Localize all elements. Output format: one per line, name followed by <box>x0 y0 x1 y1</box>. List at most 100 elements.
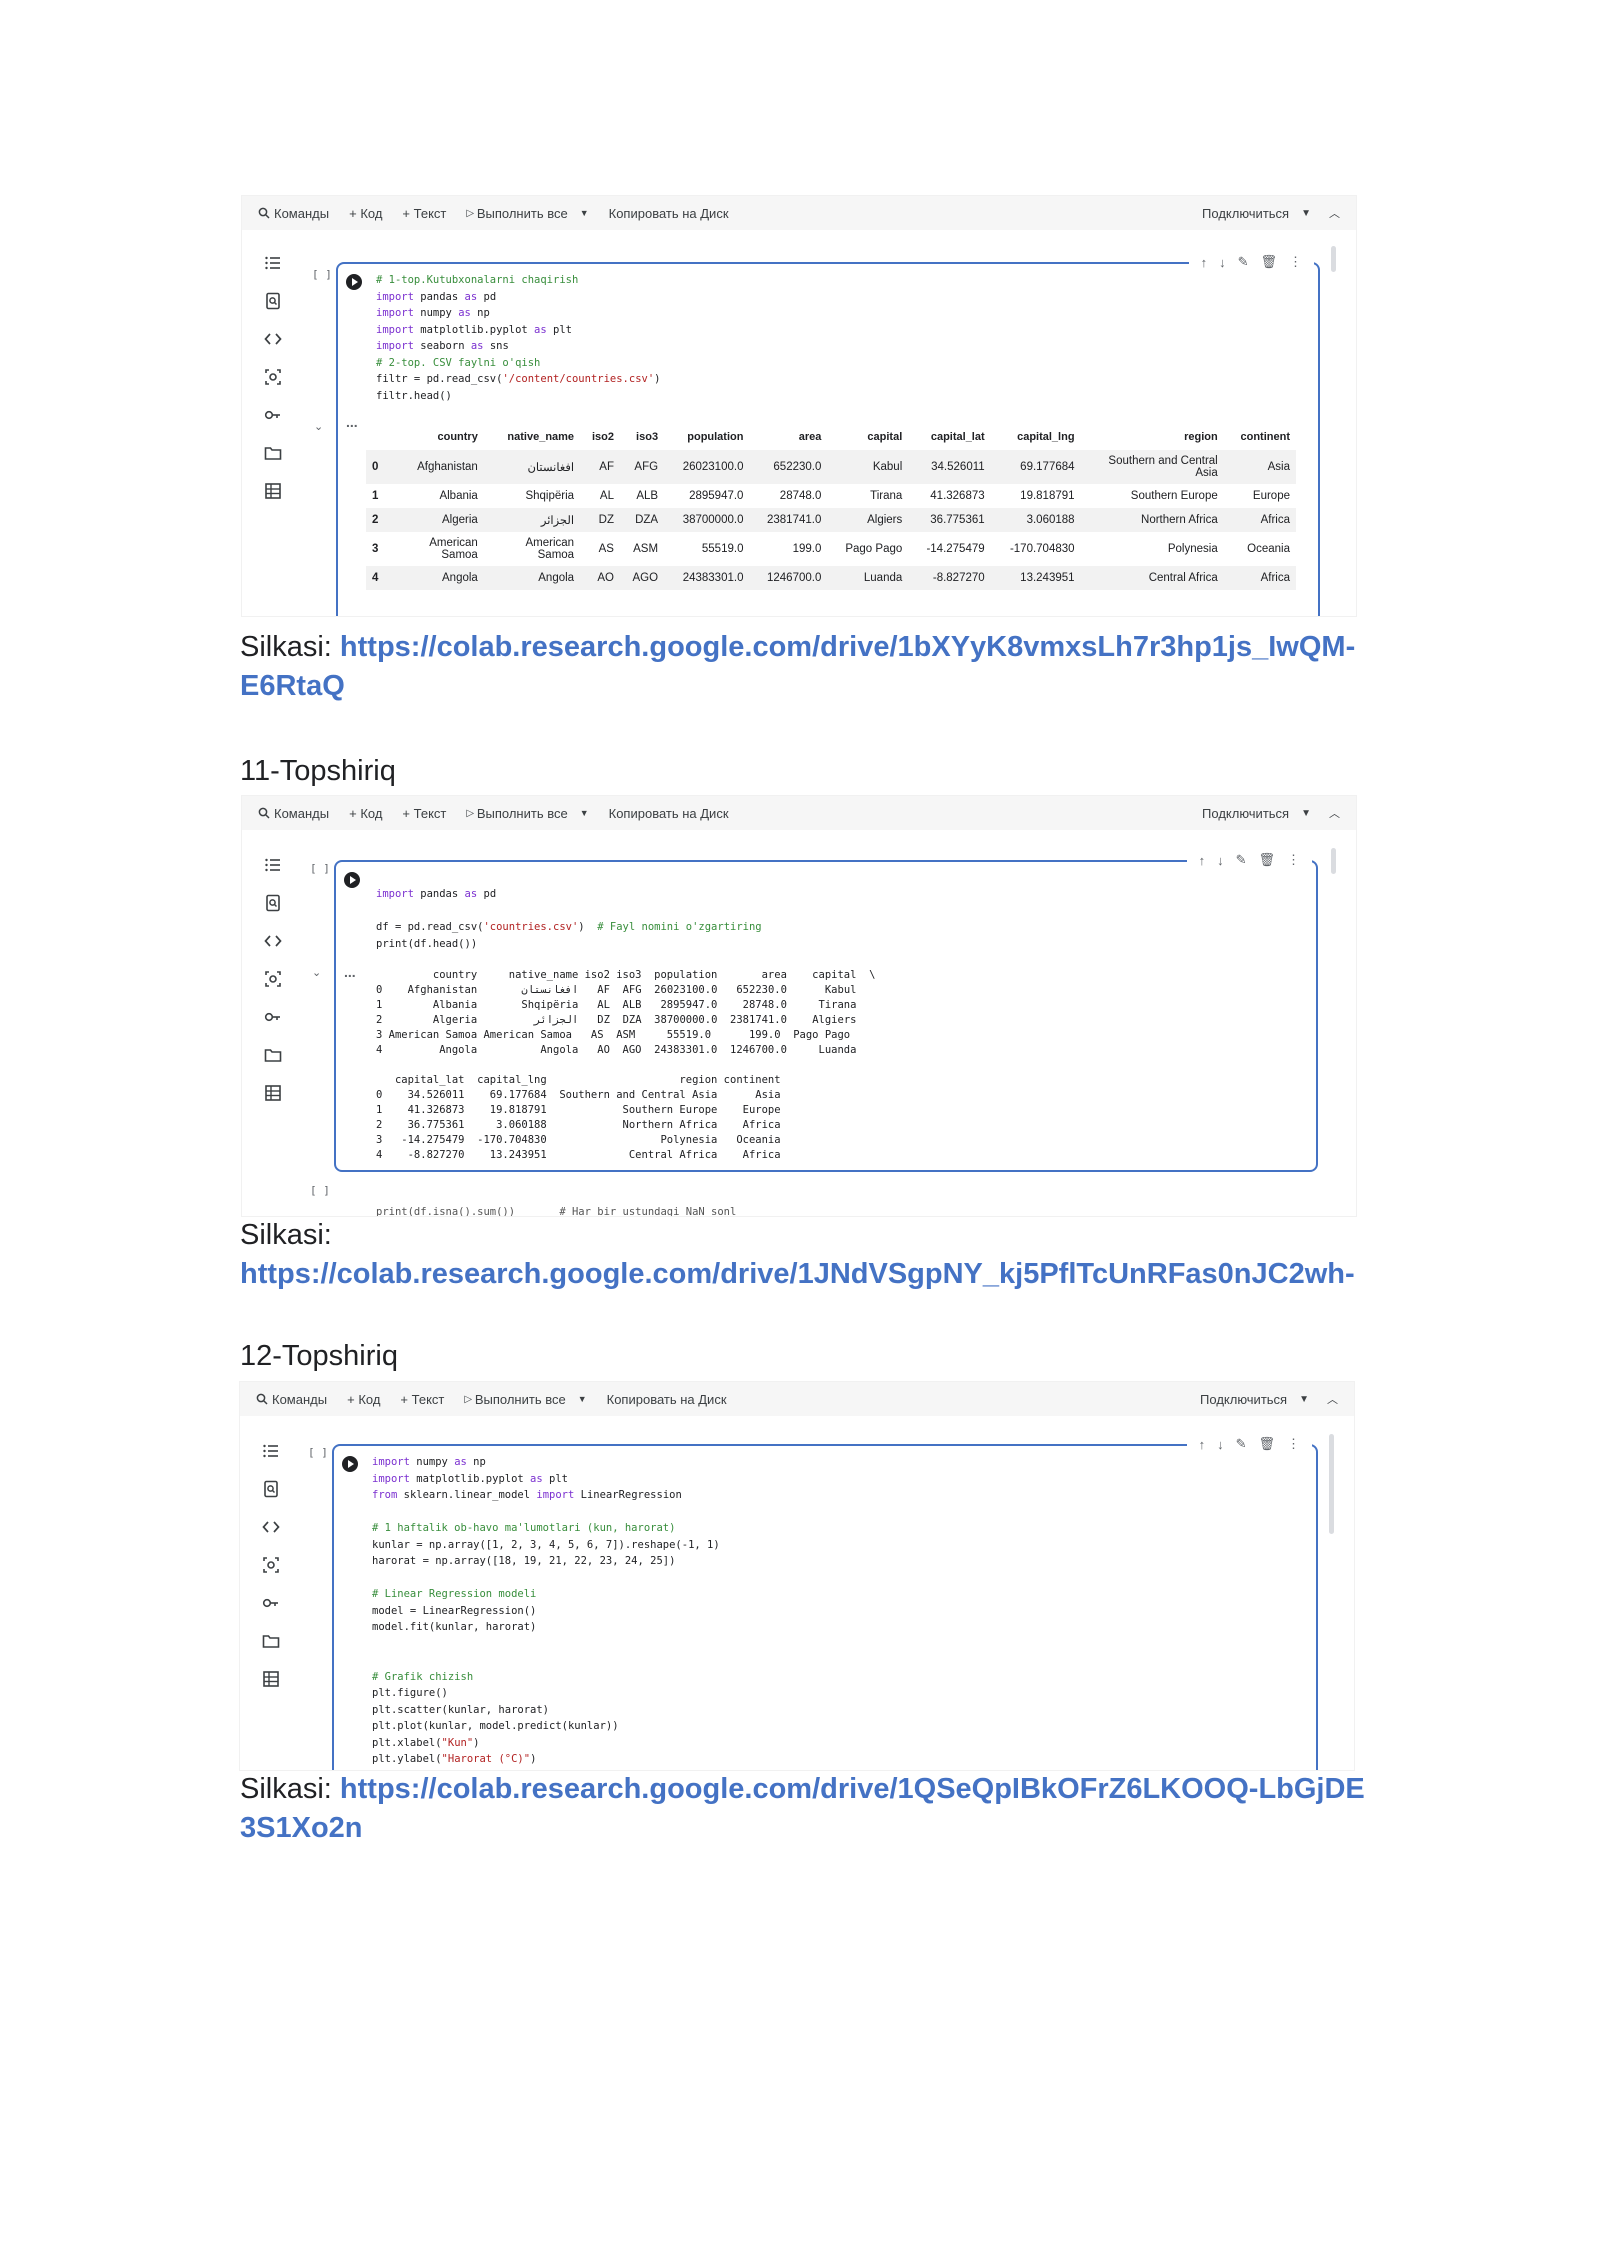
arrow-down-icon[interactable]: ↓ <box>1219 255 1226 270</box>
chevron-down-icon[interactable]: ▼ <box>1301 808 1311 819</box>
run-all-button[interactable]: ▷ Выполнить все ▼ <box>466 806 588 821</box>
key-icon[interactable] <box>264 1008 282 1026</box>
variables-icon[interactable] <box>262 1556 280 1574</box>
trash-icon[interactable]: 🗑 <box>1258 1436 1275 1452</box>
folder-icon[interactable] <box>262 1632 280 1650</box>
commands-button[interactable]: Команды <box>258 806 329 821</box>
commands-button[interactable]: Команды <box>256 1392 327 1407</box>
code-snippets-icon[interactable] <box>262 1518 280 1536</box>
chevron-down-icon[interactable]: ▼ <box>1299 1394 1309 1405</box>
output-menu-icon[interactable]: ... <box>344 964 356 980</box>
more-vert-icon[interactable]: ⋮ <box>1289 254 1302 270</box>
key-icon[interactable] <box>262 1594 280 1612</box>
output-menu-icon[interactable]: ... <box>346 414 358 430</box>
scrollbar[interactable] <box>1331 848 1336 874</box>
arrow-up-icon[interactable]: ↑ <box>1199 853 1206 868</box>
chevron-down-icon[interactable]: ▼ <box>1301 208 1311 219</box>
find-icon[interactable] <box>264 292 282 310</box>
trash-icon[interactable]: 🗑 <box>1260 254 1277 270</box>
table-cell: 2895947.0 <box>689 490 744 502</box>
code-editor[interactable]: # 1-top.Kutubxonalarni chaqirish import … <box>376 272 660 404</box>
run-all-button[interactable]: ▷ Выполнить все ▼ <box>466 206 588 221</box>
cell-exec-count: [ ] <box>310 1184 330 1197</box>
find-icon[interactable] <box>262 1480 280 1498</box>
plus-icon: + <box>402 805 414 821</box>
scrollbar[interactable] <box>1331 246 1336 272</box>
toc-icon[interactable] <box>264 254 282 272</box>
colab-link-3[interactable]: https://colab.research.google.com/drive/… <box>240 1773 1365 1844</box>
table-header-row: country native_name iso2 iso3 population area… <box>366 424 1296 450</box>
add-text-button[interactable]: + Текст <box>402 806 446 821</box>
table-icon[interactable] <box>264 1084 282 1102</box>
run-cell-button[interactable] <box>344 872 360 888</box>
add-code-button[interactable]: + Код <box>347 1392 380 1407</box>
next-cell-code[interactable]: print(df.isna().sum()) # Har bir ustunda… <box>376 1204 736 1216</box>
colab-link-2[interactable]: https://colab.research.google.com/drive/… <box>240 1258 1355 1290</box>
connect-button[interactable]: Подключиться ▼ ︿ <box>1202 205 1340 221</box>
copy-to-drive-button[interactable]: Копировать на Диск <box>607 1392 727 1407</box>
more-vert-icon[interactable]: ⋮ <box>1287 852 1300 868</box>
chevron-up-icon[interactable]: ︿ <box>1327 1391 1338 1407</box>
table-cell: -8.827270 <box>908 566 991 590</box>
trash-icon[interactable]: 🗑 <box>1258 852 1275 868</box>
variables-icon[interactable] <box>264 970 282 988</box>
edit-icon[interactable]: ✎ <box>1236 1436 1247 1452</box>
add-text-button[interactable]: + Текст <box>400 1392 444 1407</box>
column-header: country <box>437 431 478 443</box>
scrollbar[interactable] <box>1329 1434 1334 1534</box>
run-cell-button[interactable] <box>346 274 362 290</box>
table-cell: الجزائر <box>483 508 581 532</box>
table-cell: ALB <box>636 490 659 502</box>
code-cell[interactable]: ↑ ↓ ✎ 🗑 ⋮ import numpy as np import matp… <box>332 1432 1318 1770</box>
run-all-button[interactable]: ▷ Выполнить все ▼ <box>464 1392 586 1407</box>
code-cell[interactable]: ↑ ↓ ✎ 🗑 ⋮ import pandas as pd df = pd.re… <box>334 848 1318 1172</box>
chevron-up-icon[interactable]: ︿ <box>1329 805 1340 821</box>
table-cell: Africa <box>1223 508 1296 532</box>
code-editor[interactable]: import pandas as pd df = pd.read_csv('co… <box>376 886 762 952</box>
table-icon[interactable] <box>262 1670 280 1688</box>
arrow-up-icon[interactable]: ↑ <box>1199 1437 1206 1452</box>
table-cell: Algeria <box>387 508 484 532</box>
edit-icon[interactable]: ✎ <box>1238 254 1249 270</box>
chevron-down-icon[interactable]: ▼ <box>578 1394 587 1404</box>
copy-to-drive-button[interactable]: Копировать на Диск <box>609 806 729 821</box>
edit-icon[interactable]: ✎ <box>1236 852 1247 868</box>
folder-icon[interactable] <box>264 1046 282 1064</box>
caption-1: Silkasi: https://colab.research.google.c… <box>240 628 1370 706</box>
connect-button[interactable]: Подключиться ▼ ︿ <box>1202 805 1340 821</box>
table-cell: Pago Pago <box>845 543 903 555</box>
variables-icon[interactable] <box>264 368 282 386</box>
text-label: Текст <box>413 805 447 821</box>
code-cell[interactable]: ↑ ↓ ✎ 🗑 ⋮ # 1-top.Kutubxonalarni chaqiri… <box>336 250 1320 616</box>
folder-icon[interactable] <box>264 444 282 462</box>
find-icon[interactable] <box>264 894 282 912</box>
arrow-down-icon[interactable]: ↓ <box>1217 853 1224 868</box>
commands-label: Команды <box>272 1391 328 1407</box>
more-vert-icon[interactable]: ⋮ <box>1287 1436 1300 1452</box>
chevron-down-icon[interactable]: ⌄ <box>312 966 321 979</box>
table-icon[interactable] <box>264 482 282 500</box>
chevron-up-icon[interactable]: ︿ <box>1329 205 1340 221</box>
add-text-button[interactable]: + Текст <box>402 206 446 221</box>
code-editor[interactable]: import numpy as np import matplotlib.pyp… <box>372 1454 720 1770</box>
connect-button[interactable]: Подключиться ▼ ︿ <box>1200 1391 1338 1407</box>
key-icon[interactable] <box>264 406 282 424</box>
copy-to-drive-button[interactable]: Копировать на Диск <box>609 206 729 221</box>
toc-icon[interactable] <box>264 856 282 874</box>
chevron-down-icon[interactable]: ▼ <box>580 208 589 218</box>
code-snippets-icon[interactable] <box>264 932 282 950</box>
table-cell: ASM <box>633 543 659 555</box>
run-cell-button[interactable] <box>342 1456 358 1472</box>
colab-link-1[interactable]: https://colab.research.google.com/drive/… <box>240 631 1355 702</box>
chevron-down-icon[interactable]: ⌄ <box>314 420 323 433</box>
commands-label: Команды <box>274 205 330 221</box>
table-cell: 0 <box>366 450 388 484</box>
code-snippets-icon[interactable] <box>264 330 282 348</box>
commands-button[interactable]: Команды <box>258 206 329 221</box>
toc-icon[interactable] <box>262 1442 280 1460</box>
chevron-down-icon[interactable]: ▼ <box>580 808 589 818</box>
add-code-button[interactable]: + Код <box>349 806 382 821</box>
arrow-down-icon[interactable]: ↓ <box>1217 1437 1224 1452</box>
add-code-button[interactable]: + Код <box>349 206 382 221</box>
arrow-up-icon[interactable]: ↑ <box>1201 255 1208 270</box>
